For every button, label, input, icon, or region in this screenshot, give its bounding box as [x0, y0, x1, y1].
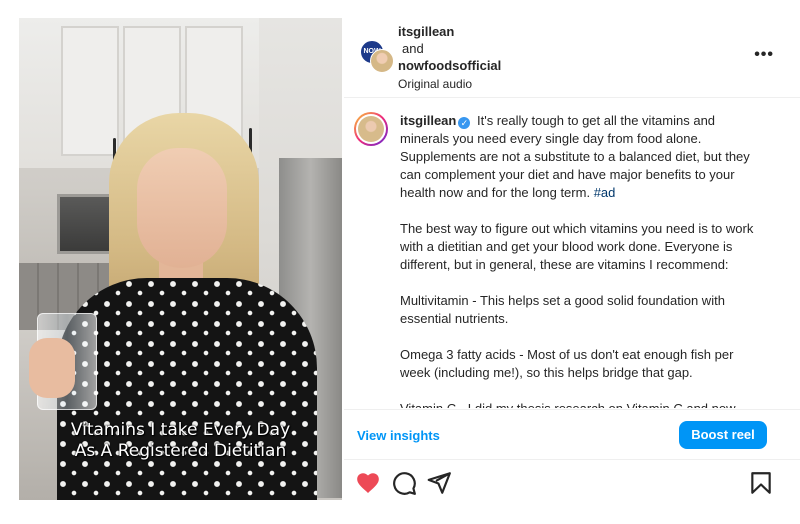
- insights-bar: View insights Boost reel: [344, 409, 800, 460]
- share-icon[interactable]: [426, 470, 452, 496]
- caption-para-3: Multivitamin - This helps set a good sol…: [400, 293, 725, 326]
- caption-line-2: As A Registered Dietitian: [74, 441, 287, 461]
- caption-text: itsgillean ✓ It's really tough to get all…: [400, 112, 760, 408]
- author-avatar[interactable]: [370, 49, 394, 73]
- audio-link[interactable]: Original audio: [398, 76, 501, 93]
- collab-avatars[interactable]: NOW: [360, 40, 394, 73]
- comment-icon[interactable]: [391, 470, 417, 496]
- view-insights-link[interactable]: View insights: [357, 428, 440, 443]
- caption-para-5: Vitamin C - I did my thesis research on …: [400, 400, 760, 408]
- caption-username[interactable]: itsgillean: [400, 113, 456, 128]
- bookmark-icon[interactable]: [748, 470, 774, 496]
- post-panel: NOW itsgillean and nowfoodsofficial Orig…: [344, 0, 800, 524]
- woman-face: [137, 148, 227, 268]
- woman-hand: [29, 338, 75, 398]
- hashtag-link[interactable]: #ad: [594, 185, 616, 200]
- caption-avatar[interactable]: [354, 112, 388, 146]
- post-header: NOW itsgillean and nowfoodsofficial Orig…: [344, 0, 800, 98]
- author-1-link[interactable]: itsgillean: [398, 23, 501, 40]
- boost-reel-button[interactable]: Boost reel: [679, 421, 767, 449]
- caption-para-4: Omega 3 fatty acids - Most of us don't e…: [400, 347, 734, 380]
- post-caption: itsgillean ✓ It's really tough to get all…: [344, 98, 800, 408]
- reel-video[interactable]: Vitamins I take Every Day As A Registere…: [19, 18, 342, 500]
- verified-badge-icon: ✓: [458, 117, 471, 129]
- author-joiner: and: [402, 41, 424, 56]
- author-names: itsgillean and nowfoodsofficial Original…: [398, 23, 501, 93]
- video-caption: Vitamins I take Every Day As A Registere…: [19, 420, 342, 462]
- caption-line-1: Vitamins I take Every Day: [70, 420, 291, 440]
- author-2-link[interactable]: nowfoodsofficial: [398, 57, 501, 74]
- more-options-icon[interactable]: •••: [754, 46, 774, 64]
- caption-para-2: The best way to figure out which vitamin…: [400, 221, 754, 272]
- heart-filled-icon[interactable]: [355, 470, 381, 496]
- caption-para-1: itsgillean ✓ It's really tough to get all…: [400, 112, 760, 202]
- action-bar: [344, 460, 800, 510]
